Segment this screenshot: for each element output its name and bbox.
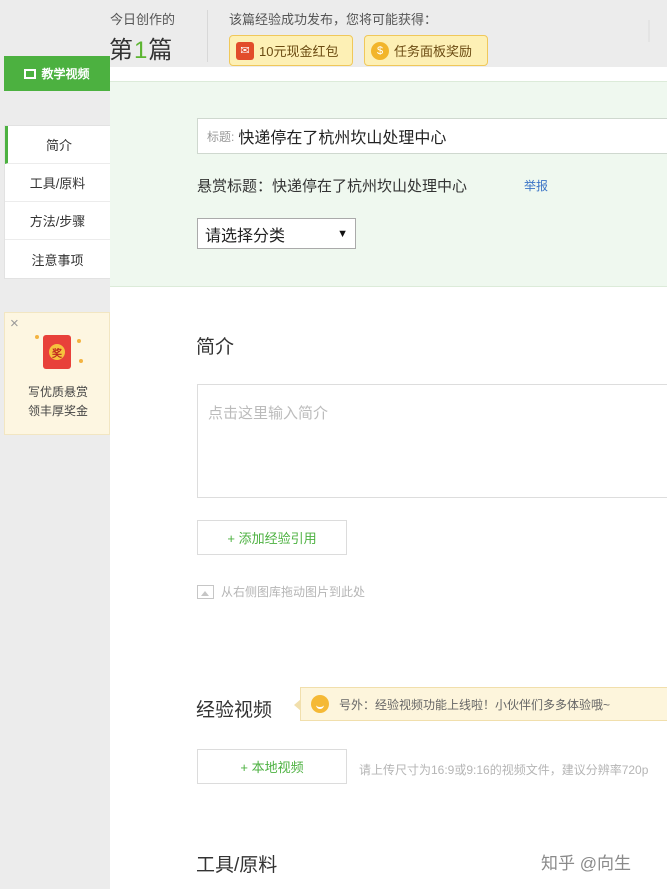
bounty-title: 悬赏标题：快递停在了杭州坎山处理中心	[197, 178, 468, 195]
title-field-label: 标题:	[207, 129, 235, 144]
header-divider	[207, 10, 208, 62]
reward-info-label: 该篇经验成功发布，您将可能获得：	[229, 12, 438, 27]
envelope-seal: 奖	[49, 344, 65, 360]
sidebar-item-intro[interactable]: 简介	[5, 126, 110, 164]
header-edge-mark	[648, 20, 650, 42]
category-select[interactable]: 请选择分类 ▼	[197, 218, 356, 249]
sidebar-item-label: 简介	[45, 138, 72, 153]
image-drop-hint: 从右侧图库拖动图片到此处	[221, 585, 366, 599]
local-video-button[interactable]: + 本地视频	[197, 749, 347, 784]
red-envelope-icon: ✉	[236, 41, 254, 60]
cash-reward-label: 10元现金红包	[259, 44, 339, 59]
sidebar-item-steps[interactable]: 方法/步骤	[5, 202, 110, 240]
promo-line-1: 写优质悬赏	[27, 385, 88, 399]
cash-reward-button[interactable]: ✉ 10元现金红包	[229, 35, 353, 66]
title-field-value: 快递停在了杭州坎山处理中心	[238, 130, 447, 147]
add-reference-button[interactable]: + 添加经验引用	[197, 520, 347, 555]
close-icon[interactable]: ×	[10, 315, 19, 332]
sidebar-item-tools[interactable]: 工具/原料	[5, 164, 110, 202]
sparkle-icon	[79, 359, 83, 363]
video-tip-text: 号外：经验视频功能上线啦！小伙伴们多多体验哦~	[339, 697, 611, 712]
image-drop-zone[interactable]: 从右侧图库拖动图片到此处	[197, 583, 365, 600]
today-count-prefix: 第	[109, 37, 134, 64]
sidebar-item-label: 方法/步骤	[29, 214, 86, 229]
today-count-number: 1	[134, 37, 149, 64]
video-upload-hint: 请上传尺寸为16:9或9:16的视频文件，建议分辨率720p	[359, 763, 649, 777]
tutorial-video-label: 教学视频	[41, 67, 90, 81]
intro-heading: 简介	[196, 337, 235, 358]
intro-placeholder: 点击这里输入简介	[208, 405, 329, 422]
chevron-down-icon: ▼	[337, 227, 348, 240]
video-tip-banner: 号外：经验视频功能上线啦！小伙伴们多多体验哦~	[294, 687, 667, 721]
intro-textarea[interactable]: 点击这里输入简介	[197, 384, 667, 498]
title-input[interactable]: 标题: 快递停在了杭州坎山处理中心	[197, 118, 667, 154]
editor-main: 标题: 快递停在了杭州坎山处理中心 悬赏标题：快递停在了杭州坎山处理中心 举报 …	[110, 67, 667, 889]
task-reward-label: 任务面板奖励	[394, 44, 473, 59]
today-count-suffix: 篇	[148, 37, 174, 64]
tutorial-video-tab[interactable]: 教学视频	[4, 56, 110, 91]
task-reward-button[interactable]: $ 任务面板奖励	[364, 35, 488, 66]
video-icon	[24, 68, 37, 79]
sidebar-item-label: 注意事项	[31, 252, 84, 268]
gold-coin-icon: $	[371, 41, 389, 60]
sparkle-icon	[77, 339, 81, 343]
video-heading: 经验视频	[196, 700, 273, 721]
section-nav: 简介 工具/原料 方法/步骤 注意事项	[4, 125, 110, 279]
tools-heading: 工具/原料	[196, 855, 278, 876]
smiley-icon	[311, 695, 329, 713]
promo-line-2: 领丰厚奖金	[27, 404, 88, 418]
sidebar-item-label: 工具/原料	[29, 176, 86, 191]
today-created-count: 第1篇	[109, 30, 173, 65]
watermark: 知乎 @向生	[541, 854, 631, 873]
category-select-value: 请选择分类	[205, 227, 286, 245]
red-envelope-icon: 奖	[43, 335, 71, 369]
image-icon	[197, 584, 214, 599]
sidebar-item-notes[interactable]: 注意事项	[5, 240, 110, 278]
bounty-promo-card[interactable]: × 奖 写优质悬赏 领丰厚奖金	[4, 312, 110, 435]
today-created-label: 今日创作的	[110, 12, 176, 27]
report-link[interactable]: 举报	[524, 177, 548, 194]
sparkle-icon	[35, 335, 39, 339]
